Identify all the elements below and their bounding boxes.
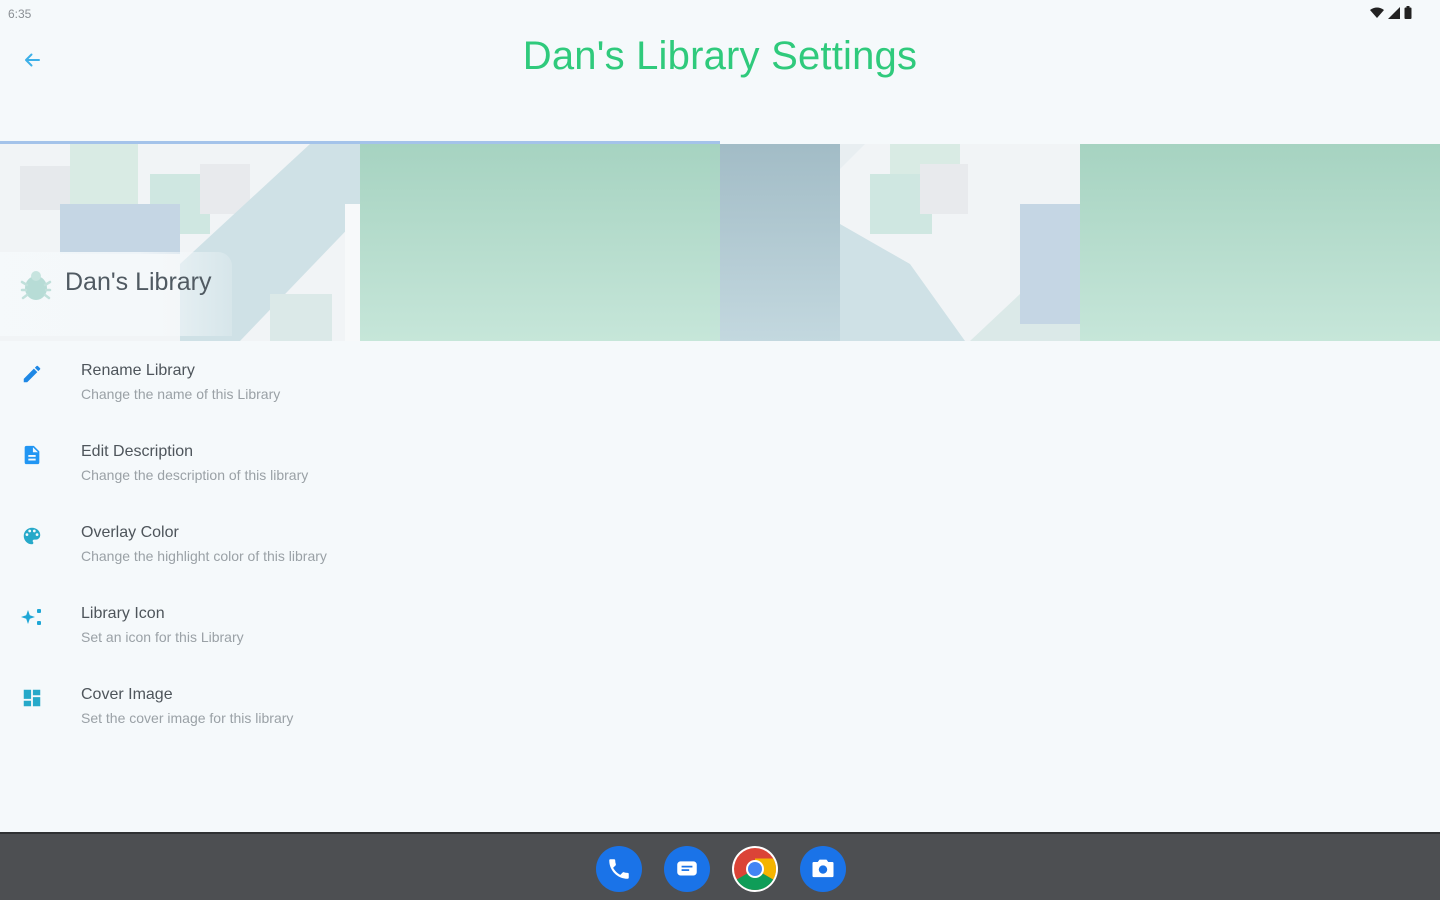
- document-icon: [20, 443, 44, 467]
- tab-bar: [0, 100, 1440, 144]
- phone-app-button[interactable]: [596, 846, 642, 892]
- cover-pattern-right: [720, 144, 1440, 341]
- edit-description-item[interactable]: Edit Description Change the description …: [0, 433, 1440, 514]
- app-dock: [596, 846, 846, 892]
- library-name: Dan's Library: [65, 268, 212, 296]
- settings-list: Rename Library Change the name of this L…: [0, 352, 1440, 757]
- messages-app-button[interactable]: [664, 846, 710, 892]
- setting-title: Cover Image: [81, 686, 173, 703]
- rename-library-item[interactable]: Rename Library Change the name of this L…: [0, 352, 1440, 433]
- pencil-icon: [20, 362, 44, 386]
- messages-icon: [677, 861, 697, 876]
- setting-subtitle: Change the name of this Library: [81, 386, 281, 402]
- camera-icon: [812, 859, 834, 878]
- palette-icon: [20, 524, 44, 548]
- setting-title: Overlay Color: [81, 524, 179, 541]
- chrome-app-button[interactable]: [732, 846, 778, 892]
- setting-title: Library Icon: [81, 605, 165, 622]
- setting-title: Edit Description: [81, 443, 194, 460]
- overlay-color-item[interactable]: Overlay Color Change the highlight color…: [0, 514, 1440, 595]
- setting-title: Rename Library: [81, 362, 195, 379]
- setting-subtitle: Set an icon for this Library: [81, 629, 244, 645]
- setting-subtitle: Set the cover image for this library: [81, 710, 294, 726]
- tab-second[interactable]: [720, 100, 1440, 144]
- setting-subtitle: Change the description of this library: [81, 467, 309, 483]
- navigation-bar: [0, 832, 1440, 900]
- wifi-icon: [1370, 7, 1384, 18]
- status-icons: [1370, 6, 1412, 19]
- battery-icon: [1404, 6, 1412, 19]
- status-bar: 6:35: [0, 0, 1440, 28]
- library-icon-item[interactable]: Library Icon Set an icon for this Librar…: [0, 595, 1440, 676]
- chrome-icon: [734, 848, 777, 891]
- phone-icon: [609, 859, 629, 879]
- app-bar: Dan's Library Settings: [0, 28, 1440, 92]
- cover-image-item[interactable]: Cover Image Set the cover image for this…: [0, 676, 1440, 757]
- bug-icon: [20, 271, 52, 300]
- dashboard-icon: [20, 686, 44, 710]
- page-title: Dan's Library Settings: [522, 34, 918, 78]
- cover-image: Dan's Library: [0, 144, 1440, 341]
- camera-app-button[interactable]: [800, 846, 846, 892]
- signal-icon: [1388, 6, 1400, 19]
- status-time: 6:35: [8, 7, 32, 21]
- sparkle-icon: [20, 605, 44, 629]
- setting-subtitle: Change the highlight color of this libra…: [81, 548, 327, 564]
- tab-first[interactable]: [0, 100, 720, 144]
